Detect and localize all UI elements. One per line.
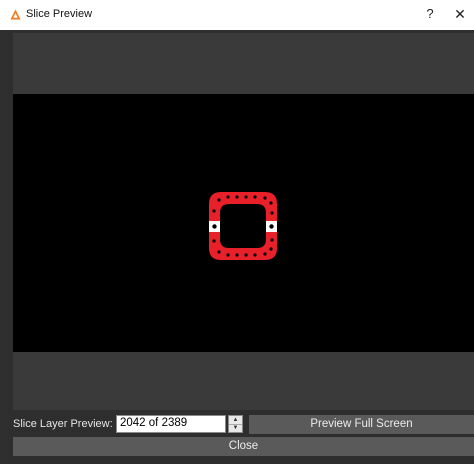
help-button[interactable]: ? [422,6,438,21]
slice-layer-label: Slice Layer Preview: [13,418,113,430]
dialog-body: Slice Layer Preview: 2042 of 2389 ▲ ▼ Pr… [8,30,474,464]
layer-spinner[interactable]: ▲ ▼ [228,415,243,433]
slice-controls: Slice Layer Preview: 2042 of 2389 ▲ ▼ Pr… [13,415,474,435]
slice-preview-window: Slice Preview ? ✕ Slice Layer Preview: 2… [0,0,474,464]
slice-preview-canvas [13,94,474,352]
window-title: Slice Preview [26,8,93,20]
slice-layer-shape [209,192,277,260]
title-bar: Slice Preview ? ✕ [0,0,474,30]
app-icon [10,9,21,20]
preview-top-band [13,33,474,94]
chevron-down-icon[interactable]: ▼ [229,424,242,432]
preview-full-screen-button[interactable]: Preview Full Screen [249,415,474,434]
close-button[interactable]: Close [13,437,474,456]
slice-layer-input[interactable]: 2042 of 2389 [116,415,226,433]
window-close-button[interactable]: ✕ [452,6,468,23]
preview-bottom-band [13,352,474,410]
